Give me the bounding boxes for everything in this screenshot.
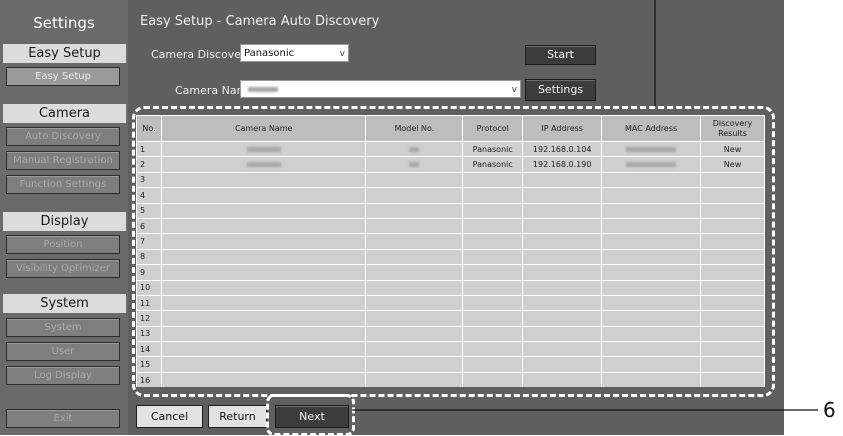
camera-name-select[interactable]: v bbox=[240, 80, 521, 98]
exit-button[interactable]: Exit bbox=[6, 409, 120, 428]
sidebar-item-auto-discovery[interactable]: Auto Discovery bbox=[6, 127, 120, 146]
sidebar-title: Settings bbox=[33, 14, 95, 32]
next-highlight-outline bbox=[266, 394, 355, 436]
section-heading-system: System bbox=[3, 294, 126, 313]
section-heading-display: Display bbox=[3, 212, 126, 231]
table-highlight-outline bbox=[132, 106, 775, 397]
start-button[interactable]: Start bbox=[525, 45, 596, 65]
redacted-camera-name bbox=[248, 86, 278, 92]
sidebar-item-position[interactable]: Position bbox=[6, 235, 120, 254]
section-heading-easy-setup: Easy Setup bbox=[3, 44, 126, 63]
cancel-button[interactable]: Cancel bbox=[136, 405, 203, 428]
camera-discovery-label: Camera Discovery bbox=[151, 48, 253, 61]
sidebar: Settings Easy Setup Easy Setup Camera Au… bbox=[0, 0, 128, 435]
chevron-down-icon: v bbox=[339, 49, 345, 59]
sidebar-item-system[interactable]: System bbox=[6, 318, 120, 337]
sidebar-item-user[interactable]: User bbox=[6, 342, 120, 361]
sidebar-item-visibility-optimizer[interactable]: Visibility Optimizer bbox=[6, 259, 120, 278]
camera-discovery-value: Panasonic bbox=[244, 48, 295, 59]
section-heading-camera: Camera bbox=[3, 104, 126, 123]
sidebar-item-manual-registration[interactable]: Manual Registration bbox=[6, 151, 120, 170]
sidebar-item-log-display[interactable]: Log Display bbox=[6, 366, 120, 385]
chevron-down-icon: v bbox=[511, 85, 517, 95]
camera-discovery-select[interactable]: Panasonic v bbox=[240, 44, 349, 62]
sidebar-item-easy-setup[interactable]: Easy Setup bbox=[6, 67, 120, 86]
sidebar-item-function-settings[interactable]: Function Settings bbox=[6, 175, 120, 194]
callout-number-6: 6 bbox=[823, 398, 836, 422]
settings-button[interactable]: Settings bbox=[525, 79, 596, 101]
return-button[interactable]: Return bbox=[208, 405, 267, 428]
page-title: Easy Setup - Camera Auto Discovery bbox=[140, 14, 380, 29]
